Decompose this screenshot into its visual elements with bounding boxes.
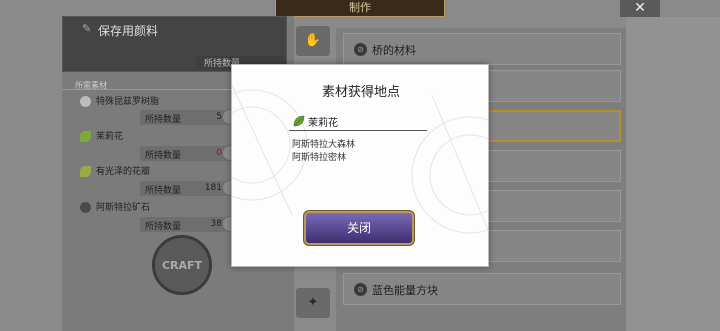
leaf-icon bbox=[80, 131, 91, 142]
material-qty-row: 所持数量 0 bbox=[140, 146, 230, 161]
recipe-name: 蓝色能量方块 bbox=[372, 284, 438, 297]
screen-title: 制作 bbox=[275, 0, 445, 17]
material-qty-row: 所持数量 181 bbox=[140, 181, 230, 196]
qty-value: 38 bbox=[210, 219, 222, 229]
material-name: 茉莉花 bbox=[96, 132, 124, 142]
close-screen-button[interactable]: ✕ bbox=[620, 0, 660, 17]
material-icon: ⊘ bbox=[354, 283, 367, 296]
material-qty-row: 所持数量 38 bbox=[140, 217, 230, 232]
qty-label: 所持数量 bbox=[145, 186, 182, 196]
qty-label: 所持数量 bbox=[145, 151, 182, 161]
resin-icon bbox=[80, 96, 91, 107]
recipe-item[interactable]: ⊘ 桥的材料 bbox=[343, 33, 621, 65]
divider bbox=[289, 130, 427, 131]
material-name: 有光泽的花瓣 bbox=[96, 167, 151, 177]
qty-value: 181 bbox=[204, 183, 222, 193]
pin-icon: ✎ bbox=[82, 22, 92, 35]
material-name: 特殊昆兹罗树脂 bbox=[96, 97, 160, 107]
leaf-icon bbox=[293, 115, 305, 127]
material-name: 阿斯特拉矿石 bbox=[96, 203, 151, 213]
material-icon: ⊘ bbox=[354, 43, 367, 56]
craft-button[interactable]: CRAFT bbox=[152, 235, 212, 295]
petal-icon bbox=[80, 166, 91, 177]
location-link[interactable]: 阿斯特拉大森林 bbox=[292, 137, 355, 150]
close-button[interactable]: 关闭 bbox=[304, 211, 414, 245]
location-link[interactable]: 阿斯特拉密林 bbox=[292, 150, 346, 163]
recipe-name: 桥的材料 bbox=[372, 44, 416, 57]
gauntlet-category-icon[interactable]: ✋ bbox=[296, 26, 330, 56]
material-qty-row: 所持数量 5 bbox=[140, 110, 230, 125]
source-dialog: 素材获得地点 茉莉花 阿斯特拉大森林 阿斯特拉密林 关闭 bbox=[231, 64, 489, 267]
item-title: 保存用颜料 bbox=[98, 24, 159, 38]
recipe-item[interactable]: ⊘ 蓝色能量方块 bbox=[343, 273, 621, 305]
list-margin bbox=[626, 17, 720, 331]
dialog-title: 素材获得地点 bbox=[321, 85, 400, 100]
qty-label: 所持数量 bbox=[145, 222, 182, 232]
dialog-item-name: 茉莉花 bbox=[308, 118, 338, 129]
ribbon-category-icon[interactable]: ✦ bbox=[296, 288, 330, 318]
qty-label: 所持数量 bbox=[145, 115, 182, 125]
ore-icon bbox=[80, 202, 91, 213]
